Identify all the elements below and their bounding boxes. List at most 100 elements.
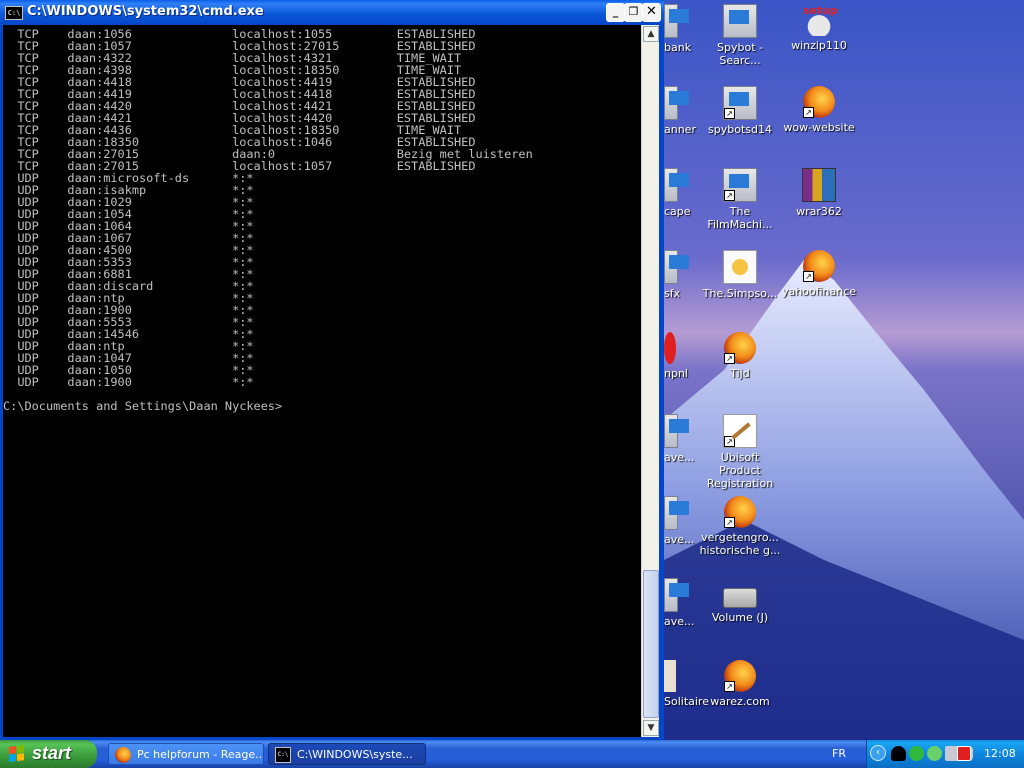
- black-cat-icon[interactable]: [891, 746, 906, 761]
- program-icon: [664, 250, 678, 284]
- winrar-icon: [802, 168, 836, 202]
- shortcut-arrow-icon: ↗: [803, 271, 814, 282]
- desktop-icon-partial[interactable]: Solitaire: [664, 660, 709, 708]
- windows-flag-icon: [9, 745, 25, 763]
- cmd-system-icon[interactable]: C:\: [5, 6, 23, 20]
- setup-icon: ↗: [723, 168, 757, 202]
- program-icon: [664, 4, 678, 38]
- program-icon: [664, 332, 676, 364]
- firefox-icon: ↗: [724, 660, 756, 692]
- program-icon: [664, 168, 678, 202]
- desktop-icon-label: spybotsd14: [708, 123, 772, 136]
- start-label: start: [32, 743, 72, 763]
- desktop-icon-label: ave...: [664, 533, 695, 546]
- shortcut-arrow-icon: ↗: [724, 353, 735, 364]
- desktop-icon-wow-website[interactable]: ↗ wow-website: [778, 86, 860, 134]
- desktop-icon-label: winzip110: [791, 39, 847, 52]
- desktop-icon-label: Volume (J): [711, 611, 769, 624]
- desktop-icon-tijd[interactable]: ↗ Tijd: [699, 332, 781, 380]
- cmd-icon: C:\: [275, 747, 291, 763]
- shortcut-arrow-icon: ↗: [803, 107, 814, 118]
- desktop-icon-yahoofinance[interactable]: ↗ yahoofinance: [778, 250, 860, 298]
- restore-button[interactable]: ❐: [624, 3, 643, 22]
- desktop-icon-label: The FilmMachi...: [707, 205, 773, 231]
- desktop-icon-label: warez.com: [710, 695, 770, 708]
- shortcut-arrow-icon: ↗: [724, 108, 735, 119]
- document-icon: [723, 250, 757, 284]
- desktop-icon-label: Ubisoft Product Registration: [706, 451, 774, 490]
- setup-icon: setup: [803, 4, 838, 36]
- taskbar-item-label: Pc helpforum - Reage...: [137, 748, 264, 761]
- desktop-icon-label: sfx: [664, 287, 681, 300]
- scroll-down-button[interactable]: ▼: [643, 720, 659, 736]
- desktop-icon-wrar362[interactable]: wrar362: [778, 168, 860, 218]
- desktop-icon-filmmachine[interactable]: ↗ The FilmMachi...: [699, 168, 781, 231]
- desktop-icon-partial[interactable]: ave...: [664, 496, 700, 546]
- scroll-up-button[interactable]: ▲: [643, 26, 659, 42]
- desktop-icon-label: The.Simpso...: [702, 287, 778, 300]
- desktop-icon-label: yahoofinance: [781, 285, 857, 298]
- desktop-icon-label: Tijd: [730, 367, 750, 380]
- desktop-icon-warez[interactable]: ↗ warez.com: [699, 660, 781, 708]
- spybot-icon: [723, 4, 757, 38]
- drive-icon: [723, 588, 757, 608]
- console-text: TCP daan:1056 localhost:1055 ESTABLISHED…: [3, 27, 533, 413]
- minimize-button[interactable]: _: [606, 3, 625, 22]
- desktop-icon-vergetengro[interactable]: ↗ vergetengro... historische g...: [699, 496, 781, 557]
- desktop-icon-winzip[interactable]: setup winzip110: [778, 4, 860, 52]
- shortcut-arrow-icon: ↗: [724, 517, 735, 528]
- desktop-icon-simpsons[interactable]: The.Simpso...: [699, 250, 781, 300]
- program-icon: [664, 660, 676, 692]
- program-icon: [664, 414, 678, 448]
- language-indicator[interactable]: FR: [832, 747, 846, 760]
- start-button[interactable]: start: [0, 740, 97, 768]
- desktop-icon-label: Spybot - Searc...: [717, 41, 763, 67]
- setup-icon: ↗: [723, 86, 757, 120]
- window-border-right: [659, 25, 664, 740]
- green-c-icon[interactable]: [909, 746, 924, 761]
- taskbar-item-firefox[interactable]: Pc helpforum - Reage...: [108, 743, 264, 765]
- desktop-icon-spybot[interactable]: Spybot - Searc...: [699, 4, 781, 67]
- shortcut-arrow-icon: ↗: [724, 190, 735, 201]
- desktop-icon-label: anner: [664, 123, 696, 136]
- desktop-icon-partial[interactable]: cape: [664, 168, 700, 218]
- program-icon: [664, 86, 678, 120]
- firefox-icon: [115, 747, 131, 763]
- shortcut-arrow-icon: ↗: [724, 436, 735, 447]
- clock[interactable]: 12:08: [984, 747, 1016, 760]
- desktop-icon-partial[interactable]: bank: [664, 4, 700, 54]
- close-button[interactable]: ✕: [642, 3, 661, 22]
- desktop-icon-partial[interactable]: ave...: [664, 578, 700, 628]
- window-title: C:\WINDOWS\system32\cmd.exe: [27, 4, 264, 19]
- pen-icon: ↗: [723, 414, 757, 448]
- window-titlebar[interactable]: C:\ C:\WINDOWS\system32\cmd.exe _ ❐ ✕: [0, 0, 664, 25]
- desktop-icon-partial[interactable]: sfx: [664, 250, 700, 300]
- vertical-scrollbar[interactable]: ▲ ▼: [641, 25, 660, 737]
- firefox-icon: ↗: [724, 332, 756, 364]
- antivirus-icon[interactable]: [957, 746, 971, 761]
- desktop-icon-label: bank: [664, 41, 692, 54]
- desktop-icon-ubisoft[interactable]: ↗ Ubisoft Product Registration: [699, 414, 781, 490]
- chevron-left-icon[interactable]: ‹: [870, 745, 886, 761]
- taskbar-item-label: C:\WINDOWS\syste...: [297, 748, 413, 761]
- desktop-icon-partial[interactable]: anner: [664, 86, 700, 136]
- desktop-icon-label: npnl: [664, 367, 688, 380]
- system-tray: ‹ 12:08: [866, 740, 1024, 768]
- program-icon: [664, 496, 678, 530]
- desktop-icon-partial[interactable]: npnl: [664, 332, 700, 380]
- desktop-icon-label: ave...: [664, 451, 695, 464]
- desktop-icon-label: wrar362: [796, 205, 842, 218]
- firefox-icon: ↗: [803, 86, 835, 118]
- green-e-icon[interactable]: [927, 746, 942, 761]
- firefox-icon: ↗: [803, 250, 835, 282]
- scrollbar-thumb[interactable]: [643, 570, 659, 718]
- desktop-icon-volume-j[interactable]: Volume (J): [699, 578, 781, 624]
- console-output[interactable]: TCP daan:1056 localhost:1055 ESTABLISHED…: [3, 25, 641, 737]
- setup-badge: setup: [803, 4, 838, 17]
- firefox-icon: ↗: [724, 496, 756, 528]
- cmd-window[interactable]: C:\ C:\WINDOWS\system32\cmd.exe _ ❐ ✕ TC…: [0, 0, 664, 740]
- desktop-icon-partial[interactable]: ave...: [664, 414, 700, 464]
- desktop-icon-label: ave...: [664, 615, 695, 628]
- desktop-icon-spybotsd14[interactable]: ↗ spybotsd14: [699, 86, 781, 136]
- taskbar-item-cmd[interactable]: C:\ C:\WINDOWS\syste...: [268, 743, 426, 765]
